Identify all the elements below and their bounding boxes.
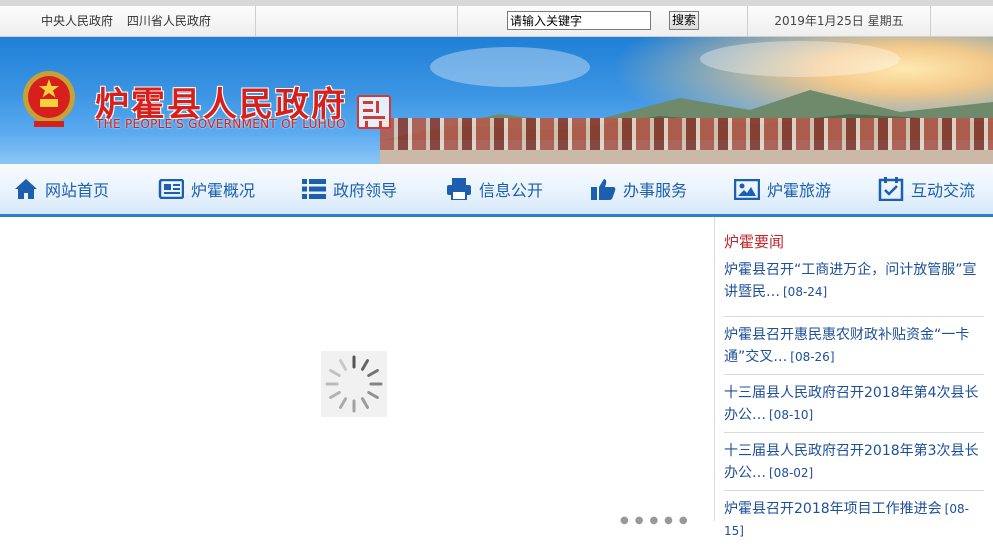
news-item[interactable]: 炉霍县召开惠民惠农财政补贴资金“一卡通”交叉… [08-26]: [724, 317, 984, 375]
nav-label: 政府领导: [333, 181, 398, 200]
site-subtitle: THE PEOPLE'S GOVERNMENT OF LUHUO: [96, 117, 346, 131]
site-banner: 炉霍县人民政府 THE PEOPLE'S GOVERNMENT OF LUHUO: [0, 37, 993, 164]
town-base: [380, 150, 993, 164]
nav-label: 炉霍概况: [191, 181, 256, 200]
news-list: 炉霍县召开“工商进万企，问计放管服”宣讲暨民… [08-24] 炉霍县召开惠民惠农…: [724, 259, 984, 549]
calendar-check-icon: [878, 177, 904, 201]
nav-label: 办事服务: [623, 181, 688, 200]
gov-links: 中央人民政府 四川省人民政府: [0, 6, 256, 36]
nav-label: 炉霍旅游: [767, 181, 832, 200]
central-gov-link[interactable]: 中央人民政府: [41, 14, 113, 28]
topbar-spacer: [256, 6, 458, 36]
news-headline[interactable]: 十三届县人民政府召开2018年第3次县长办公…: [724, 443, 979, 481]
news-item[interactable]: 十三届县人民政府召开2018年第3次县长办公… [08-02]: [724, 433, 984, 491]
top-bar: 中央人民政府 四川省人民政府 搜索 2019年1月25日 星期五: [0, 0, 993, 37]
nav-item-interaction[interactable]: 互动交流: [878, 164, 975, 214]
nav-label: 互动交流: [911, 181, 976, 200]
news-item[interactable]: 炉霍县召开2018年项目工作推进会 [08-15]: [724, 491, 984, 549]
nav-item-tourism[interactable]: 炉霍旅游: [734, 164, 831, 214]
news-headline[interactable]: 十三届县人民政府召开2018年第4次县长办公…: [724, 385, 979, 423]
news-item[interactable]: 炉霍县召开“工商进万企，问计放管服”宣讲暨民… [08-24]: [724, 259, 984, 317]
nav-item-info-disclosure[interactable]: 信息公开: [446, 164, 543, 214]
loading-spinner-icon: [321, 351, 387, 417]
news-item[interactable]: 十三届县人民政府召开2018年第4次县长办公… [08-10]: [724, 375, 984, 433]
home-icon: [15, 179, 37, 199]
main-content: ●●●●●: [0, 217, 714, 526]
news-date: [08-10]: [769, 408, 814, 422]
main-nav: 网站首页 炉霍概况 政府领导 信息公开 办事服务 炉霍旅游 互动交流: [0, 164, 993, 217]
picture-icon: [734, 178, 760, 200]
news-panel: 炉霍要闻 炉霍县召开“工商进万企，问计放管服”宣讲暨民… [08-24] 炉霍县召…: [714, 217, 993, 538]
news-headline[interactable]: 炉霍县召开惠民惠农财政补贴资金“一卡通”交叉…: [724, 327, 969, 365]
nav-label: 信息公开: [479, 181, 544, 200]
nav-item-services[interactable]: 办事服务: [590, 164, 687, 214]
nav-item-home[interactable]: 网站首页: [14, 164, 109, 214]
national-emblem-icon: [23, 71, 75, 127]
newspaper-icon: [158, 179, 184, 199]
seal-stamp-icon: [357, 95, 391, 129]
nav-item-leaders[interactable]: 政府领导: [302, 164, 397, 214]
news-section-title[interactable]: 炉霍要闻: [724, 231, 784, 252]
search-area: 搜索: [458, 6, 748, 36]
news-headline[interactable]: 炉霍县召开2018年项目工作推进会: [724, 501, 942, 517]
nav-label: 网站首页: [45, 181, 110, 200]
search-button[interactable]: 搜索: [669, 11, 699, 30]
cloud: [700, 41, 900, 77]
current-date: 2019年1月25日 星期五: [748, 6, 931, 36]
news-date: [08-24]: [783, 285, 828, 299]
news-headline[interactable]: 炉霍县召开“工商进万企，问计放管服”宣讲暨民…: [724, 262, 977, 300]
nav-item-overview[interactable]: 炉霍概况: [158, 164, 255, 214]
news-date: [08-02]: [769, 466, 814, 480]
printer-icon: [447, 178, 471, 200]
sichuan-gov-link[interactable]: 四川省人民政府: [127, 14, 211, 28]
thumbs-up-icon: [591, 179, 616, 200]
search-input[interactable]: [507, 11, 651, 30]
list-icon: [302, 179, 326, 199]
news-date: [08-26]: [790, 350, 835, 364]
